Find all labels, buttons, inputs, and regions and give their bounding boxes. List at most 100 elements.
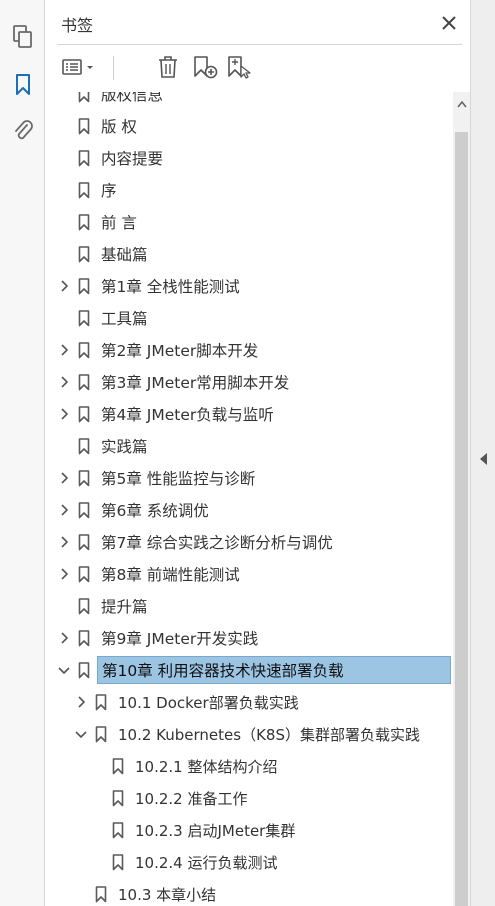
bookmark-item-icon	[77, 341, 91, 359]
bookmark-item-label: 10.2.4 运行负载测试	[135, 853, 278, 872]
bookmark-item[interactable]: 10.3 本章小结	[45, 880, 453, 906]
bookmark-item[interactable]: 10.2.4 运行负载测试	[45, 848, 453, 876]
bookmark-item-icon	[111, 789, 125, 807]
left-tool-rail	[0, 0, 45, 906]
bookmark-item-icon	[111, 757, 125, 775]
bookmark-item[interactable]: 前 言	[45, 208, 453, 236]
bookmark-item-label: 工具篇	[101, 310, 148, 328]
new-bookmark-button[interactable]	[191, 52, 219, 82]
bookmark-item-label: 第5章 性能监控与诊断	[101, 470, 256, 488]
bookmark-item-label: 内容提要	[101, 150, 164, 168]
bookmark-item-icon	[77, 597, 91, 615]
bookmark-item-label: 10.1 Docker部署负载实践	[118, 693, 299, 712]
bookmark-item-icon	[77, 373, 91, 391]
bookmark-item-icon	[77, 245, 91, 263]
bookmark-item-icon	[77, 213, 91, 231]
chevron-right-icon[interactable]	[57, 503, 71, 517]
bookmark-item-icon	[77, 149, 91, 167]
bookmark-item-icon	[111, 853, 125, 871]
bookmark-item-label: 序	[101, 182, 117, 200]
bookmark-item-icon	[77, 405, 91, 423]
collapse-arrow-icon[interactable]	[479, 452, 489, 466]
bookmark-item-icon	[77, 565, 91, 583]
bookmark-item[interactable]: 第4章 JMeter负载与监听	[45, 400, 453, 428]
bookmark-item-label: 版权信息	[101, 92, 164, 104]
bookmark-item[interactable]: 10.2.3 启动JMeter集群	[45, 816, 453, 844]
bookmark-item-icon	[77, 629, 91, 647]
bookmark-item-label: 实践篇	[101, 438, 148, 456]
bookmark-item-label: 第1章 全栈性能测试	[101, 278, 240, 296]
bookmark-icon[interactable]	[8, 70, 38, 100]
scroll-up-icon[interactable]	[453, 92, 470, 116]
toolbar-separator	[113, 56, 114, 80]
bookmark-item[interactable]: 第3章 JMeter常用脚本开发	[45, 368, 453, 396]
bookmark-item-label: 前 言	[101, 214, 137, 232]
bookmark-item[interactable]: 序	[45, 176, 453, 204]
bookmark-item[interactable]: 10.2.2 准备工作	[45, 784, 453, 812]
bookmark-item[interactable]: 第1章 全栈性能测试	[45, 272, 453, 300]
bookmark-item[interactable]: 提升篇	[45, 592, 453, 620]
bookmark-item-icon	[77, 469, 91, 487]
bookmark-item-icon	[77, 533, 91, 551]
bookmark-tree: 版权信息版 权内容提要序前 言基础篇第1章 全栈性能测试 工具篇第2章 JMete…	[45, 92, 453, 906]
bookmark-item[interactable]: 版 权	[45, 112, 453, 140]
bookmarks-toolbar	[57, 52, 457, 82]
bookmark-item[interactable]: 第7章 综合实践之诊断分析与调优	[45, 528, 453, 556]
pages-icon[interactable]	[8, 22, 38, 52]
bookmark-item-icon	[77, 277, 91, 295]
chevron-right-icon[interactable]	[57, 279, 71, 293]
bookmark-item-label: 第8章 前端性能测试	[101, 566, 240, 584]
chevron-right-icon[interactable]	[57, 471, 71, 485]
bookmark-item-icon	[94, 885, 108, 903]
bookmark-item-label: 第3章 JMeter常用脚本开发	[101, 374, 290, 392]
bookmark-item-icon	[94, 693, 108, 711]
bookmark-item[interactable]: 第9章 JMeter开发实践	[45, 624, 453, 652]
chevron-right-icon[interactable]	[74, 695, 88, 709]
bookmark-item-label: 基础篇	[101, 246, 148, 264]
bookmark-item[interactable]: 实践篇	[45, 432, 453, 460]
vertical-scrollbar[interactable]	[453, 92, 470, 906]
options-menu-icon	[62, 59, 93, 75]
chevron-right-icon[interactable]	[57, 375, 71, 389]
bookmark-item-icon	[111, 821, 125, 839]
bookmark-item-label: 第4章 JMeter负载与监听	[101, 406, 274, 424]
bookmark-item[interactable]: 工具篇	[45, 304, 453, 332]
delete-icon	[159, 56, 177, 78]
chevron-right-icon[interactable]	[57, 343, 71, 357]
bookmark-from-selection-button[interactable]	[225, 52, 253, 82]
panel-title: 书签	[61, 16, 94, 35]
bookmark-item[interactable]: 10.2 Kubernetes（K8S）集群部署负载实践	[45, 720, 453, 748]
attachment-icon[interactable]	[8, 115, 38, 145]
bookmark-item[interactable]: 第5章 性能监控与诊断	[45, 464, 453, 492]
divider	[57, 44, 462, 45]
bookmark-item-label: 10.3 本章小结	[118, 885, 217, 904]
bookmark-from-selection-icon	[228, 56, 251, 79]
chevron-down-icon[interactable]	[74, 727, 88, 741]
chevron-right-icon[interactable]	[57, 567, 71, 581]
delete-button[interactable]	[155, 52, 181, 82]
chevron-down-icon[interactable]	[57, 663, 71, 677]
chevron-right-icon[interactable]	[57, 631, 71, 645]
bookmark-item[interactable]: 10.1 Docker部署负载实践	[45, 688, 453, 716]
bookmark-item[interactable]: 第8章 前端性能测试	[45, 560, 453, 588]
bookmark-item-icon	[77, 501, 91, 519]
bookmark-item[interactable]: 版权信息	[45, 92, 453, 108]
chevron-right-icon[interactable]	[57, 407, 71, 421]
bookmark-item-label: 10.2.1 整体结构介绍	[135, 757, 278, 776]
bookmark-item-label: 10.2.2 准备工作	[135, 789, 248, 808]
scrollbar-thumb[interactable]	[455, 132, 468, 906]
bookmark-item[interactable]: 基础篇	[45, 240, 453, 268]
bookmark-item[interactable]: 第10章 利用容器技术快速部署负载	[45, 656, 453, 684]
options-menu-button[interactable]	[59, 52, 99, 82]
bookmark-item[interactable]: 10.2.1 整体结构介绍	[45, 752, 453, 780]
bookmark-item-icon	[77, 437, 91, 455]
bookmark-item-icon	[94, 725, 108, 743]
bookmark-item-label: 第2章 JMeter脚本开发	[101, 342, 259, 360]
bookmark-item-label: 第6章 系统调优	[101, 502, 209, 520]
bookmark-item-label: 第10章 利用容器技术快速部署负载	[97, 656, 451, 684]
close-icon[interactable]	[438, 12, 460, 34]
bookmark-item[interactable]: 第2章 JMeter脚本开发	[45, 336, 453, 364]
bookmark-item[interactable]: 内容提要	[45, 144, 453, 172]
chevron-right-icon[interactable]	[57, 535, 71, 549]
bookmark-item[interactable]: 第6章 系统调优	[45, 496, 453, 524]
